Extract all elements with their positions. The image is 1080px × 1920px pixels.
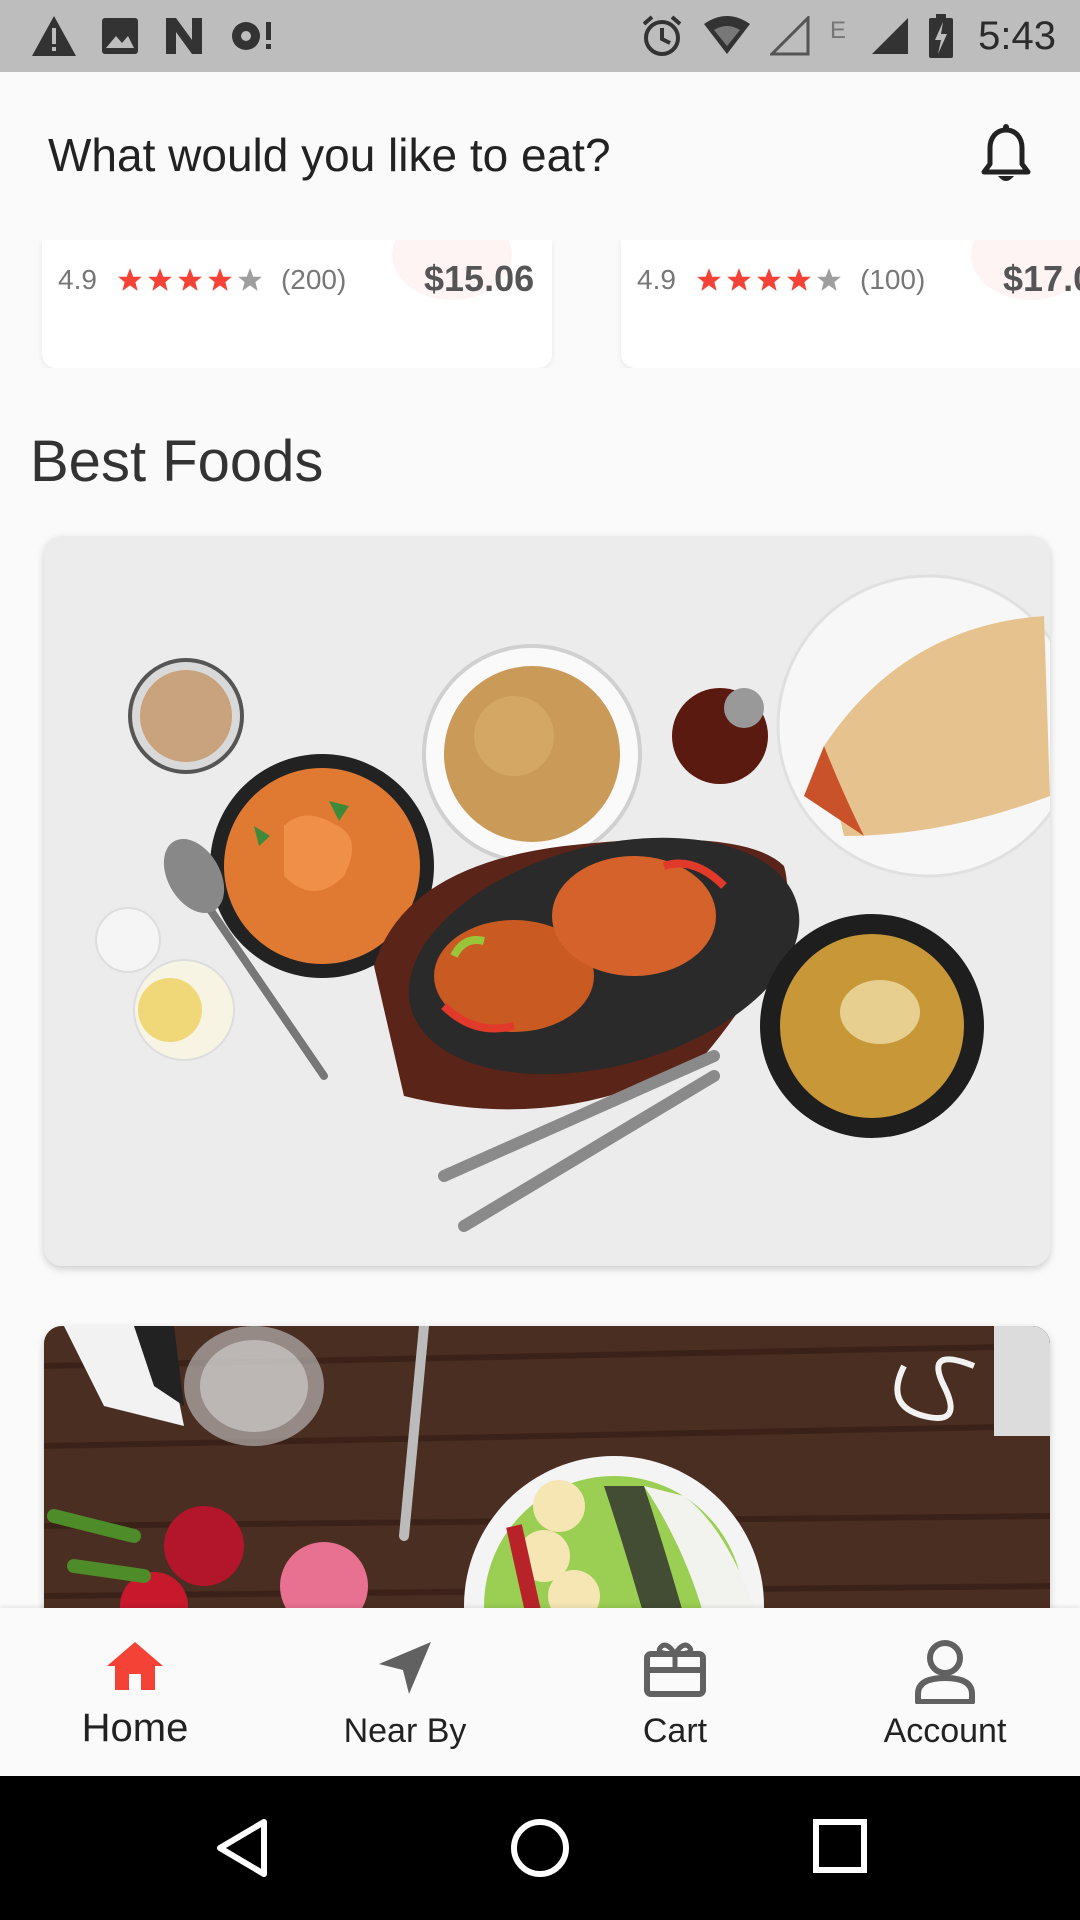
product-price: $15.06: [424, 258, 535, 299]
star-icon: [787, 268, 811, 291]
bell-icon: [981, 124, 1031, 181]
n-icon: [162, 16, 206, 56]
section-title: Best Foods: [30, 429, 324, 494]
star-rating: [696, 267, 842, 293]
star-icon: [757, 268, 781, 291]
star-rating: [117, 267, 263, 293]
alarm-icon: [640, 14, 684, 58]
recents-icon[interactable]: [812, 1818, 868, 1874]
rating-value: 4.9: [58, 264, 97, 295]
popular-products-strip[interactable]: 4.9 (200) $15.06 4.9 (100) $17.: [0, 240, 1080, 368]
home-icon: [107, 1642, 163, 1690]
nav-label: Cart: [642, 1712, 708, 1750]
svg-text:E: E: [830, 17, 846, 44]
back-icon[interactable]: [214, 1818, 270, 1878]
food-image: [44, 536, 1050, 1266]
best-food-card[interactable]: [44, 536, 1050, 1266]
account-icon: [915, 1640, 975, 1704]
navigation-icon: [379, 1642, 431, 1694]
e-network-icon: E: [828, 16, 852, 56]
bottom-navigation: Home Near By Cart Account: [0, 1608, 1080, 1776]
rating-row: 4.9 (100): [637, 264, 925, 296]
star-empty-icon: [238, 268, 262, 291]
battery-charging-icon: [928, 14, 954, 58]
gift-cart-icon: [644, 1642, 706, 1697]
nav-home[interactable]: Home: [0, 1608, 270, 1776]
warning-icon: [30, 14, 78, 58]
product-card[interactable]: 4.9 (100) $17.06: [621, 240, 1080, 368]
signal-empty-icon: [770, 16, 810, 56]
wifi-icon: [702, 16, 752, 56]
podcast-icon: [228, 16, 276, 56]
status-time: 5:43: [978, 13, 1056, 58]
product-card[interactable]: 4.9 (200) $15.06: [42, 240, 552, 368]
image-icon: [100, 16, 140, 56]
best-food-card[interactable]: [44, 1326, 1050, 1626]
star-icon: [208, 268, 232, 291]
nav-near-by[interactable]: Near By: [270, 1608, 540, 1776]
rating-row: 4.9 (200): [58, 264, 346, 296]
nav-label: Account: [883, 1712, 1007, 1750]
nav-label: Home: [81, 1706, 189, 1750]
star-empty-icon: [817, 268, 841, 291]
food-image: [44, 1326, 1050, 1626]
nav-account[interactable]: Account: [810, 1608, 1080, 1776]
star-icon: [178, 268, 202, 291]
nav-label: Near By: [343, 1712, 467, 1750]
star-icon: [148, 268, 172, 291]
home-circle-icon[interactable]: [510, 1818, 570, 1878]
notifications-button[interactable]: [976, 124, 1036, 188]
product-price: $17.06: [1003, 258, 1080, 299]
rating-count: (200): [280, 264, 347, 295]
status-bar: E 5:43: [0, 0, 1080, 72]
page-title: What would you like to eat?: [48, 129, 611, 181]
app-header: What would you like to eat?: [0, 72, 1080, 240]
star-icon: [727, 268, 751, 291]
rating-count: (100): [859, 264, 926, 295]
rating-value: 4.9: [637, 264, 676, 295]
signal-icon: [870, 16, 910, 56]
nav-cart[interactable]: Cart: [540, 1608, 810, 1776]
system-navigation-bar: [0, 1776, 1080, 1920]
star-icon: [697, 268, 721, 291]
star-icon: [118, 268, 142, 291]
